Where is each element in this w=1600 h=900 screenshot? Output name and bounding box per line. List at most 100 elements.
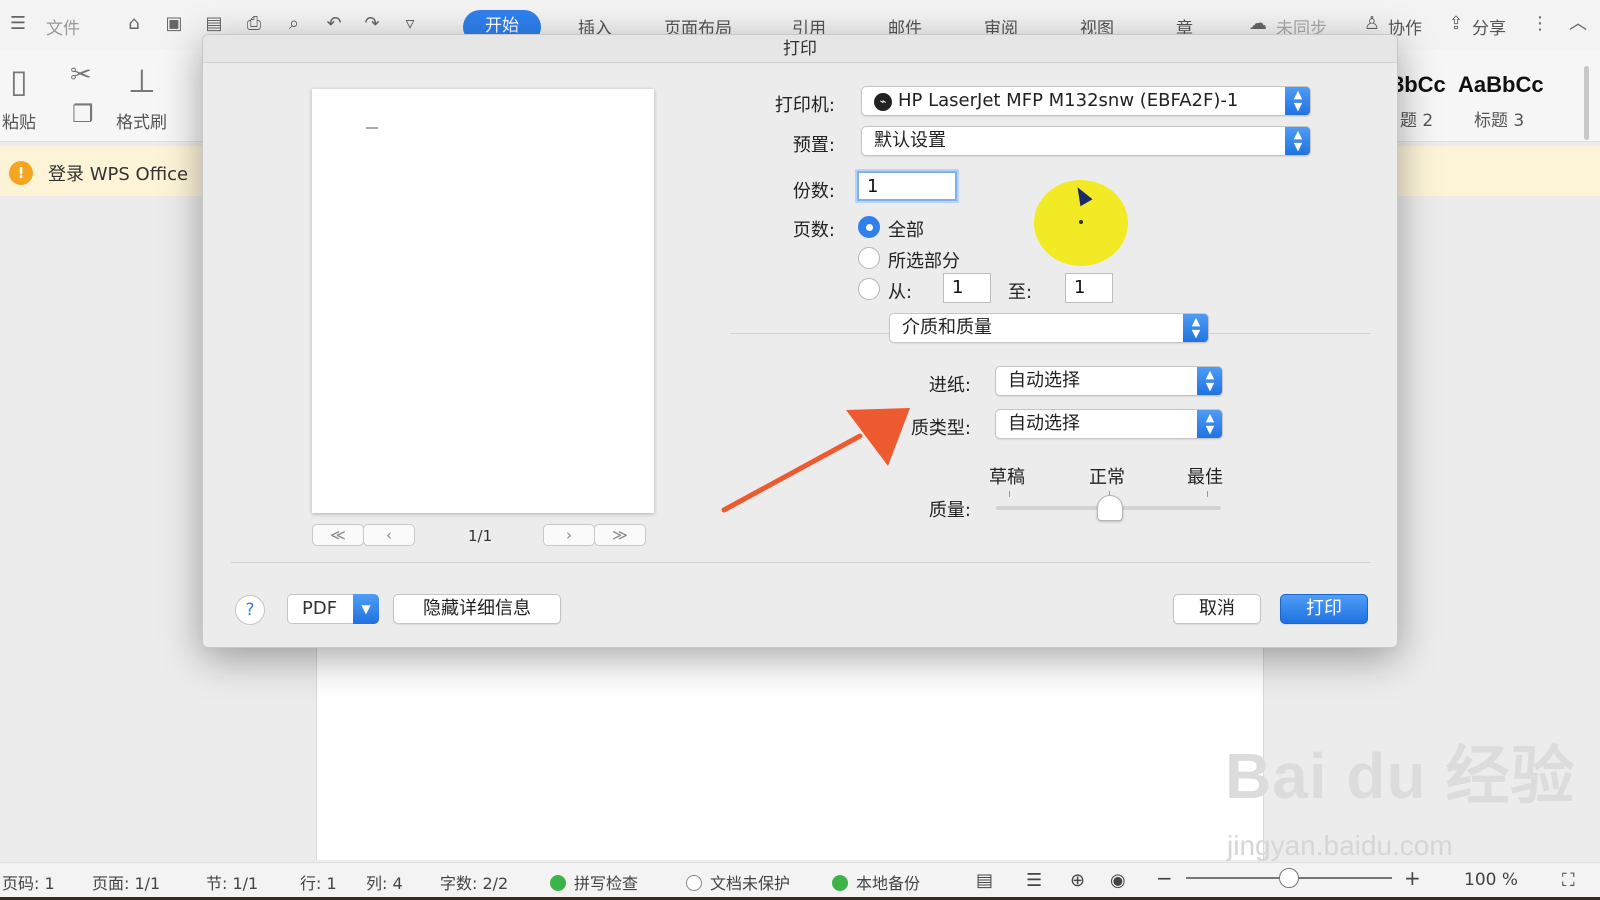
backup-icon: [832, 875, 848, 891]
annotation-arrow: [721, 408, 910, 513]
share-icon[interactable]: ⇪: [1446, 14, 1466, 34]
share-button[interactable]: 分享: [1472, 14, 1506, 39]
feed-stepper-icon: ▲ ▼: [1197, 367, 1222, 395]
status-page-code: 页码: 1: [2, 874, 55, 893]
type-stepper-icon: ▲ ▼: [1197, 410, 1222, 438]
redo-icon[interactable]: ↷: [362, 14, 382, 34]
hamburger-menu-icon[interactable]: ☰: [8, 14, 28, 34]
paper-feed-label: 进纸:: [928, 375, 971, 396]
preset-label: 预置:: [792, 135, 835, 156]
document-page[interactable]: [316, 640, 1264, 860]
printer-select[interactable]: ⌁ HP LaserJet MFP M132snw (EBFA2F)-1 ▲ ▼: [861, 86, 1311, 116]
reading-mode-icon[interactable]: ◉: [1110, 870, 1126, 891]
format-painter-icon[interactable]: ⊥: [128, 62, 156, 100]
pages-to-input[interactable]: 1: [1065, 273, 1113, 303]
first-page-button[interactable]: ≪: [312, 524, 364, 546]
spell-check-button[interactable]: 拼写检查: [550, 870, 638, 894]
cancel-button[interactable]: 取消: [1173, 594, 1261, 624]
cloud-sync-icon[interactable]: ☁: [1248, 14, 1268, 34]
quick-access-dropdown-icon[interactable]: ▿: [400, 14, 420, 34]
baidu-watermark: Bai du 经验: [1225, 740, 1576, 812]
login-notice-text[interactable]: 登录 WPS Office: [48, 160, 188, 186]
style-preview-heading2[interactable]: 3bCc: [1392, 72, 1446, 98]
more-icon[interactable]: ⋮: [1530, 14, 1550, 34]
format-painter-button[interactable]: 格式刷: [116, 108, 167, 133]
zoom-out-icon[interactable]: −: [1156, 866, 1173, 890]
copy-icon[interactable]: ❐: [72, 100, 94, 128]
page-view-icon[interactable]: ▤: [976, 870, 993, 891]
warning-icon: !: [9, 161, 33, 185]
doc-protection-label: 文档未保护: [710, 874, 791, 893]
next-page-button[interactable]: ›: [543, 524, 595, 546]
options-section-value: 介质和质量: [902, 317, 992, 338]
pdf-menu-button[interactable]: PDF ▼: [287, 594, 379, 624]
options-section-select[interactable]: 介质和质量 ▲ ▼: [889, 313, 1209, 343]
printer-label: 打印机:: [774, 95, 835, 116]
quality-slider-knob[interactable]: [1097, 495, 1123, 521]
fullscreen-icon[interactable]: ⛶: [1562, 870, 1575, 891]
pages-selection-label[interactable]: 所选部分: [888, 247, 960, 273]
print-button[interactable]: 打印: [1280, 594, 1368, 624]
paste-icon[interactable]: ▯: [10, 62, 28, 100]
copies-input[interactable]: 1: [857, 171, 957, 201]
save-icon[interactable]: ▣: [164, 14, 184, 34]
status-page: 页面: 1/1: [92, 874, 161, 893]
local-backup-label: 本地备份: [856, 874, 921, 893]
hide-details-button[interactable]: 隐藏详细信息: [393, 594, 561, 624]
printer-stepper-icon: ▲ ▼: [1285, 87, 1310, 115]
pages-selection-radio[interactable]: [858, 247, 880, 269]
print-dialog-title: 打印: [203, 35, 1397, 63]
help-button[interactable]: ?: [235, 595, 265, 625]
zoom-level[interactable]: 100 %: [1464, 870, 1518, 890]
paste-button[interactable]: 粘贴: [2, 108, 36, 133]
pages-all-radio[interactable]: [858, 216, 880, 238]
preview-page-counter: 1/1: [468, 527, 493, 545]
pages-label: 页数:: [792, 220, 835, 241]
style-preview-heading3[interactable]: AaBbCc: [1458, 72, 1544, 98]
heading3-label: 标题 3: [1474, 111, 1525, 131]
pages-to-label: 至:: [1008, 282, 1033, 303]
quality-best-label: 最佳: [1187, 467, 1223, 488]
copies-label: 份数:: [792, 181, 835, 202]
preset-select[interactable]: 默认设置 ▲ ▼: [861, 126, 1311, 156]
chevron-down-icon: ▼: [353, 594, 379, 624]
last-page-button[interactable]: ≫: [594, 524, 646, 546]
quality-draft-label: 草稿: [989, 467, 1025, 488]
footer-divider: [231, 562, 1371, 563]
doc-protection-button[interactable]: 文档未保护: [686, 870, 790, 894]
status-col: 列: 4: [366, 874, 403, 893]
ribbon-scrollbar[interactable]: [1584, 66, 1589, 140]
local-backup-button[interactable]: 本地备份: [832, 870, 920, 894]
status-row: 行: 1: [300, 874, 337, 893]
status-word-count[interactable]: 字数: 2/2: [440, 870, 508, 894]
prev-page-button[interactable]: ‹: [363, 524, 415, 546]
pages-range-radio[interactable]: [858, 278, 880, 300]
undo-icon[interactable]: ↶: [324, 14, 344, 34]
cut-icon[interactable]: ✂: [70, 60, 92, 90]
print-dialog: 打印 ≪ ‹ 1/1 › ≫ 打印机: ⌁ HP LaserJet MFP M13…: [202, 34, 1398, 648]
status-section: 节: 1/1: [206, 874, 259, 893]
media-type-select[interactable]: 自动选择 ▲ ▼: [995, 409, 1223, 439]
quality-tick-draft: [1009, 491, 1010, 497]
paper-feed-select[interactable]: 自动选择 ▲ ▼: [995, 366, 1223, 396]
unprotected-icon: [686, 875, 702, 891]
file-menu[interactable]: 文件: [46, 14, 80, 39]
pages-from-input[interactable]: 1: [943, 273, 991, 303]
pages-all-label[interactable]: 全部: [888, 216, 924, 242]
export-pdf-icon[interactable]: ▤: [204, 14, 224, 34]
web-view-icon[interactable]: ⊕: [1070, 870, 1085, 891]
collab-user-icon[interactable]: ♙: [1362, 14, 1382, 34]
preset-select-value: 默认设置: [874, 130, 946, 151]
preview-text-mark: [366, 127, 378, 129]
zoom-in-icon[interactable]: +: [1404, 866, 1421, 890]
collapse-ribbon-icon[interactable]: ︿: [1568, 14, 1588, 34]
pages-from-label: 从:: [888, 282, 913, 303]
print-preview-icon[interactable]: ⌕: [284, 14, 304, 34]
print-icon[interactable]: ⎙: [244, 14, 264, 34]
heading2-label: 题 2: [1400, 111, 1434, 131]
pdf-menu-label: PDF: [302, 598, 338, 619]
zoom-slider-knob[interactable]: [1279, 868, 1299, 888]
open-folder-icon[interactable]: ⌂: [124, 14, 144, 34]
preset-stepper-icon: ▲ ▼: [1285, 127, 1310, 155]
outline-view-icon[interactable]: ☰: [1026, 870, 1042, 891]
